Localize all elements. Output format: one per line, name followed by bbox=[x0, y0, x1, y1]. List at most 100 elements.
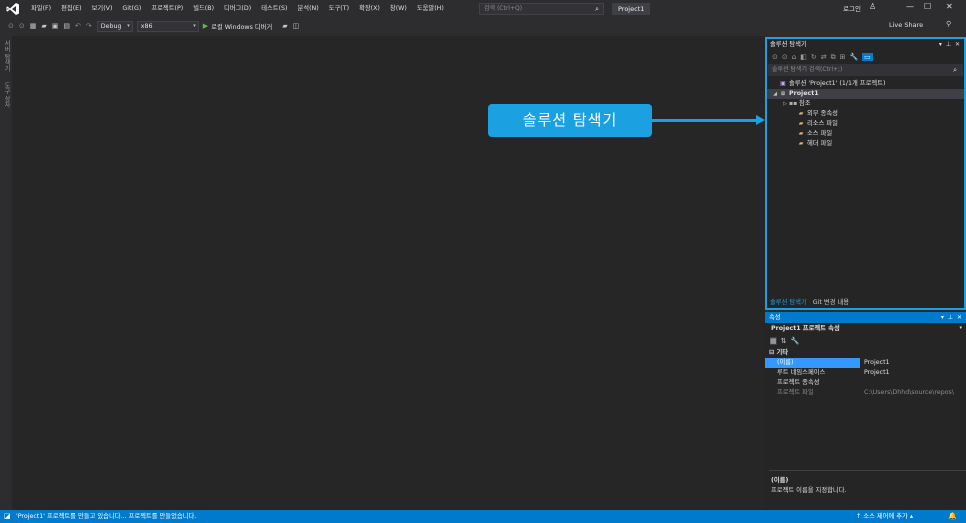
tab-git-changes[interactable]: Git 변경 내용 bbox=[810, 297, 852, 308]
property-pages-icon[interactable]: 🔧 bbox=[791, 337, 800, 345]
login-link[interactable]: 로그인 bbox=[843, 3, 861, 13]
tree-item-solution[interactable]: ▣ 솔루션 'Project1' (1/1개 프로젝트) bbox=[767, 79, 964, 89]
properties-object-select[interactable]: Project1 프로젝트 속성 ▾ bbox=[765, 323, 966, 334]
property-value[interactable] bbox=[860, 378, 966, 388]
configuration-value: Debug bbox=[100, 22, 122, 30]
folder-icon: ▰ bbox=[798, 130, 804, 137]
switch-views-icon[interactable]: ◧ bbox=[800, 53, 807, 61]
tree-item-source-files[interactable]: ▰ 소스 파일 bbox=[767, 129, 964, 139]
show-all-files-icon[interactable]: ⊞ bbox=[840, 53, 846, 61]
back-icon[interactable]: ⊙ bbox=[8, 22, 14, 30]
platform-select[interactable]: x86 ▾ bbox=[136, 20, 199, 32]
property-row[interactable]: 프로젝트 파일 C:\Users\Dhhd\source\repos\ bbox=[765, 388, 966, 398]
preview-selected-icon[interactable]: ▭ bbox=[862, 53, 873, 61]
menu-debug[interactable]: 디버그(D) bbox=[219, 0, 256, 18]
menu-edit[interactable]: 편집(E) bbox=[56, 0, 86, 18]
menu-build[interactable]: 빌드(B) bbox=[188, 0, 219, 18]
folder-icon: ▰ bbox=[798, 110, 804, 117]
property-name: 프로젝트 종속성 bbox=[777, 379, 820, 386]
property-category-label: 기타 bbox=[776, 349, 789, 356]
tree-item-header-files[interactable]: ▰ 헤더 파일 bbox=[767, 139, 964, 149]
configuration-select[interactable]: Debug ▾ bbox=[96, 20, 133, 32]
close-icon[interactable]: ✕ bbox=[946, 2, 953, 11]
folder-icon[interactable]: ▰ bbox=[282, 22, 287, 30]
start-debugging-button[interactable]: 로컬 Windows 디버거 bbox=[211, 22, 272, 31]
tree-item-label: 리소스 파일 bbox=[807, 120, 838, 127]
live-share-button[interactable]: Live Share bbox=[889, 21, 923, 29]
back-icon[interactable]: ⊙ bbox=[772, 53, 778, 61]
alphabetical-icon[interactable]: ⇅ bbox=[781, 337, 787, 345]
menu-view[interactable]: 보기(V) bbox=[87, 0, 118, 18]
menu-git[interactable]: Git(G) bbox=[117, 0, 146, 18]
property-name: (이름) bbox=[765, 358, 860, 368]
tree-item-external-dependencies[interactable]: ▰ 외부 종속성 bbox=[767, 109, 964, 119]
minimize-icon[interactable]: — bbox=[906, 2, 914, 11]
tree-item-label: Project1 bbox=[789, 90, 819, 97]
screenshot-icon[interactable]: ◫ bbox=[293, 22, 300, 30]
forward-icon[interactable]: ⊙ bbox=[782, 53, 788, 61]
tab-solution-explorer[interactable]: 솔루션 탐색기 bbox=[767, 297, 810, 308]
open-icon[interactable]: ▰ bbox=[41, 22, 46, 30]
tree-item-references[interactable]: ▷ ▪▪ 참조 bbox=[767, 99, 964, 109]
forward-icon[interactable]: ⊙ bbox=[19, 22, 25, 30]
menu-test[interactable]: 테스트(S) bbox=[256, 0, 292, 18]
property-description: 프로젝트 이름을 지정합니다. bbox=[771, 487, 847, 494]
search-input[interactable]: 검색 (Ctrl+Q) ⌕ bbox=[479, 3, 604, 15]
menu-help[interactable]: 도움말(H) bbox=[412, 0, 449, 18]
panel-window-controls[interactable]: ▾ ⊥ ✕ bbox=[939, 39, 961, 50]
panel-window-controls[interactable]: ▾ ⊥ ✕ bbox=[941, 312, 963, 323]
home-icon[interactable]: ⌂ bbox=[792, 53, 796, 61]
menu-bar: 파일(F) 편집(E) 보기(V) Git(G) 프로젝트(P) 빌드(B) 디… bbox=[26, 0, 449, 18]
status-message: 'Project1' 프로젝트를 만들고 있습니다... 프로젝트를 만들었습니… bbox=[16, 513, 197, 520]
solution-icon: ▣ bbox=[780, 80, 786, 87]
status-bar: ◪ 'Project1' 프로젝트를 만들고 있습니다... 프로젝트를 만들었… bbox=[0, 510, 966, 523]
save-all-icon[interactable]: ▤ bbox=[63, 22, 70, 30]
menu-extensions[interactable]: 확장(X) bbox=[354, 0, 385, 18]
pending-changes-icon[interactable]: ↻ bbox=[811, 53, 817, 61]
account-icon[interactable]: ♙ bbox=[869, 2, 876, 11]
tree-item-label: 솔루션 'Project1' (1/1개 프로젝트) bbox=[789, 80, 886, 87]
collapsed-arrow-icon[interactable]: ▷ bbox=[781, 99, 789, 109]
solution-explorer-title: 솔루션 탐색기 bbox=[770, 41, 807, 48]
undo-icon[interactable]: ↶ bbox=[75, 22, 81, 30]
tree-item-resource-files[interactable]: ▰ 리소스 파일 bbox=[767, 119, 964, 129]
folder-icon: ▰ bbox=[798, 120, 804, 127]
feedback-icon[interactable]: ⚲ bbox=[946, 20, 951, 28]
property-category[interactable]: ⊟ 기타 bbox=[765, 348, 966, 358]
editor-area bbox=[12, 36, 765, 510]
sync-icon[interactable]: ⇄ bbox=[821, 53, 827, 61]
new-project-icon[interactable]: ▦ bbox=[30, 22, 37, 30]
save-icon[interactable]: ▣ bbox=[52, 22, 59, 30]
tree-item-project[interactable]: ◢ ⧇ Project1 bbox=[767, 89, 964, 99]
menu-window[interactable]: 창(W) bbox=[385, 0, 412, 18]
notifications-icon[interactable]: 🔔 bbox=[948, 510, 957, 523]
collapse-all-icon[interactable]: ⧉ bbox=[831, 53, 836, 62]
property-row[interactable]: 프로젝트 종속성 bbox=[765, 378, 966, 388]
server-explorer-tab[interactable]: 서버 탐색기 bbox=[2, 40, 11, 72]
add-to-source-control-button[interactable]: ↑ 소스 제어에 추가 ▴ bbox=[856, 510, 913, 523]
callout-arrow bbox=[652, 119, 762, 122]
menu-project[interactable]: 프로젝트(P) bbox=[146, 0, 188, 18]
property-value[interactable]: Project1 bbox=[860, 358, 966, 368]
redo-icon[interactable]: ↷ bbox=[86, 22, 92, 30]
properties-icon[interactable]: 🔧 bbox=[849, 53, 858, 61]
visual-studio-logo-icon[interactable] bbox=[6, 2, 20, 16]
properties-object-label: Project1 프로젝트 속성 bbox=[771, 325, 840, 332]
chevron-down-icon: ▾ bbox=[127, 22, 130, 29]
menu-file[interactable]: 파일(F) bbox=[26, 0, 56, 18]
toolbox-tab[interactable]: 도구 상자 bbox=[2, 82, 11, 108]
property-value[interactable]: Project1 bbox=[860, 368, 966, 378]
solution-explorer-search[interactable]: 솔루션 탐색기 검색(Ctrl+;) ⌕ bbox=[768, 64, 963, 76]
property-row[interactable]: (이름) Project1 bbox=[765, 358, 966, 368]
maximize-icon[interactable]: ☐ bbox=[924, 2, 931, 11]
tree-item-label: 참조 bbox=[799, 100, 811, 107]
project-name-badge: Project1 bbox=[612, 3, 651, 15]
property-row[interactable]: 루트 네임스페이스 Project1 bbox=[765, 368, 966, 378]
menu-tools[interactable]: 도구(T) bbox=[324, 0, 354, 18]
menu-analyze[interactable]: 분석(N) bbox=[293, 0, 324, 18]
expanded-arrow-icon[interactable]: ◢ bbox=[771, 89, 779, 99]
categorized-icon[interactable]: ▦ bbox=[770, 337, 777, 345]
start-debugging-icon[interactable]: ▶ bbox=[203, 22, 208, 30]
collapse-icon[interactable]: ⊟ bbox=[769, 349, 774, 356]
output-icon[interactable]: ◪ bbox=[4, 510, 11, 523]
